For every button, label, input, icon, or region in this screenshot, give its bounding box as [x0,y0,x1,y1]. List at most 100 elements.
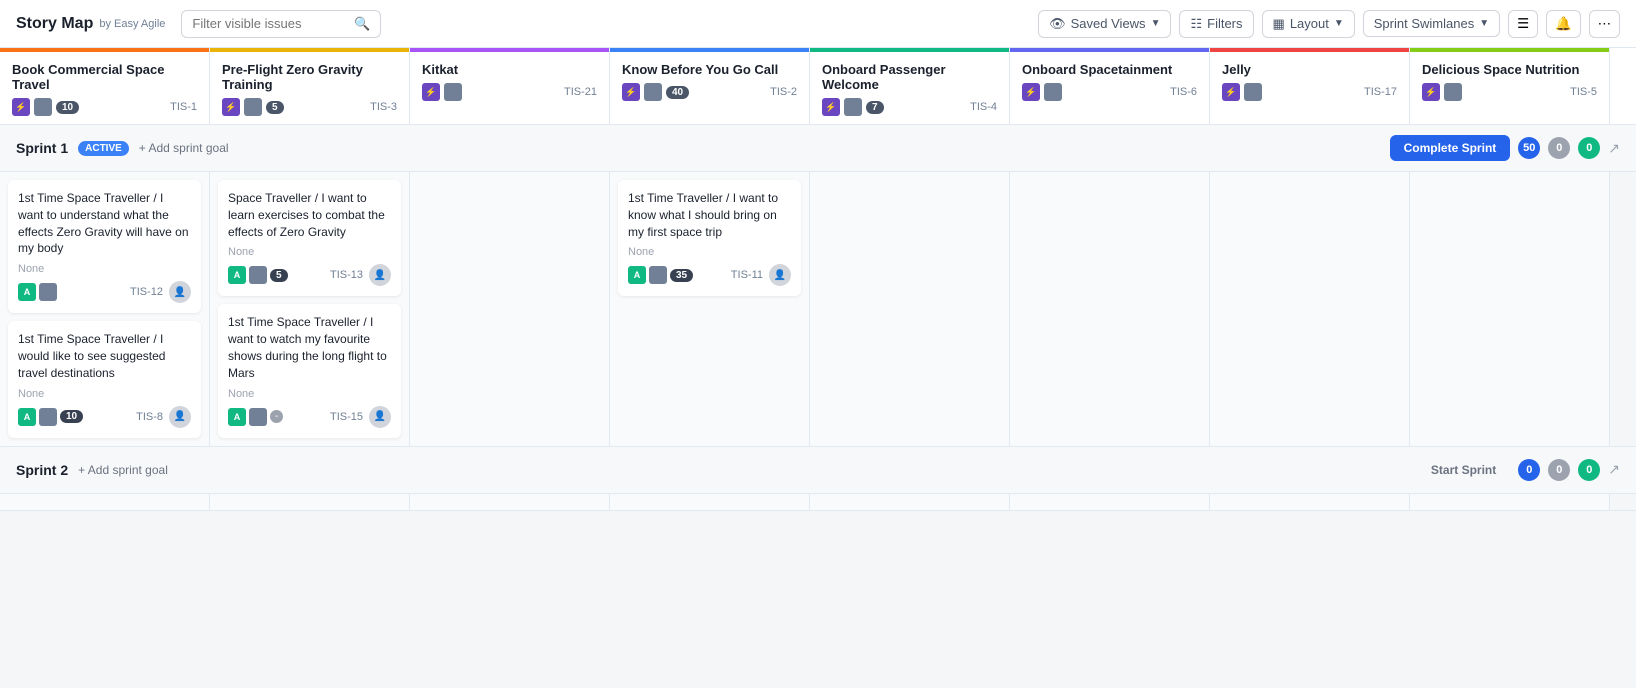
sprint-cards-row: 1st Time Space Traveller / I want to und… [0,172,1636,447]
epic-tis: TIS-17 [1364,86,1397,98]
card-meta: TIS-13 👤 [330,264,391,286]
card-tis: TIS-13 [330,269,363,281]
sprint-col-6 [1210,494,1410,510]
add-sprint-goal[interactable]: + Add sprint goal [78,463,168,477]
card-title: 1st Time Space Traveller / I would like … [18,331,191,381]
badge-count: 5 [270,269,288,282]
epic-meta: ⚡ TIS-21 [422,83,597,101]
square-icon [444,83,462,101]
card-none: None [228,388,391,400]
epic-title: Delicious Space Nutrition [1422,62,1597,77]
epic-meta: ⚡ 40 TIS-2 [622,83,797,101]
sprint-col-5 [1010,494,1210,510]
epic-color-bar [810,48,1009,52]
sprint-section-s1: Sprint 1 ACTIVE + Add sprint goal Comple… [0,125,1636,447]
saved-views-button[interactable]: 👁 Saved Views ▼ [1038,10,1171,38]
search-box: 🔍 [181,10,381,38]
epic-col-e3: Kitkat ⚡ TIS-21 [410,48,610,124]
epic-color-bar [210,48,409,52]
add-sprint-goal[interactable]: + Add sprint goal [139,141,229,155]
card-badges: A [18,283,57,301]
card[interactable]: 1st Time Space Traveller / I would like … [8,321,201,437]
sprint-header: Sprint 2 + Add sprint goal Start Sprint … [0,447,1636,494]
epic-badges: ⚡ [1222,83,1262,101]
epic-tis: TIS-3 [370,101,397,113]
badge-count: 35 [670,269,693,282]
square-icon [844,98,862,116]
sprint-title: Sprint 2 [16,462,68,478]
epic-badges: ⚡ 10 [12,98,79,116]
sprint-cards-row [0,494,1636,511]
expand-icon[interactable]: ↗ [1608,461,1620,478]
sprint-col-2 [410,494,610,510]
epic-title: Book Commercial Space Travel [12,62,197,92]
epic-tis: TIS-5 [1570,86,1597,98]
card-none: None [18,263,191,275]
badge-gray-icon [249,408,267,426]
sprint-swimlanes-button[interactable]: Sprint Swimlanes ▼ [1363,10,1500,37]
sprint-col-1: Space Traveller / I want to learn exerci… [210,172,410,446]
card-badges: A 5 [228,266,288,284]
badge-gray-icon [649,266,667,284]
expand-icon[interactable]: ↗ [1608,140,1620,157]
layout-button[interactable]: ▦ Layout ▼ [1262,10,1355,38]
card-title: 1st Time Space Traveller / I want to wat… [228,314,391,381]
list-view-button[interactable]: ☰ [1508,10,1538,38]
card-footer: A 35 TIS-11 👤 [628,264,791,286]
saved-views-label: Saved Views [1071,16,1146,31]
badge-green-icon: A [18,283,36,301]
card[interactable]: 1st Time Space Traveller / I want to und… [8,180,201,313]
complete-sprint-button[interactable]: Complete Sprint [1390,135,1511,161]
epic-col-e5: Onboard Passenger Welcome ⚡ 7 TIS-4 [810,48,1010,124]
more-options-button[interactable]: ⋯ [1589,10,1620,38]
start-sprint-button[interactable]: Start Sprint [1417,457,1510,483]
notification-button[interactable]: 🔔 [1546,10,1581,38]
lightning-icon: ⚡ [12,98,30,116]
epic-col-e6: Onboard Spacetainment ⚡ TIS-6 [1010,48,1210,124]
filters-button[interactable]: ☷ Filters [1179,10,1253,38]
epic-col-e1: Book Commercial Space Travel ⚡ 10 TIS-1 [0,48,210,124]
card-none: None [18,388,191,400]
search-icon: 🔍 [354,16,370,32]
story-map: Book Commercial Space Travel ⚡ 10 TIS-1 … [0,48,1636,688]
epic-tis: TIS-6 [1170,86,1197,98]
badge-green-icon: A [18,408,36,426]
card-meta: TIS-11 👤 [731,264,791,286]
badge-gray-icon [39,283,57,301]
card-badges: A 35 [628,266,693,284]
card[interactable]: 1st Time Traveller / I want to know what… [618,180,801,296]
epic-count: 5 [266,101,284,114]
epic-badges: ⚡ 40 [622,83,689,101]
sprint-col-1 [210,494,410,510]
card[interactable]: Space Traveller / I want to learn exerci… [218,180,401,296]
card-footer: A 5 TIS-13 👤 [228,264,391,286]
card[interactable]: 1st Time Space Traveller / I want to wat… [218,304,401,437]
badge-gray-icon [39,408,57,426]
layout-label: Layout [1290,16,1329,31]
sprint-col-7 [1410,494,1610,510]
avatar: 👤 [369,264,391,286]
square-icon [1244,83,1262,101]
layout-icon: ▦ [1273,16,1285,32]
epic-meta: ⚡ TIS-6 [1022,83,1197,101]
sprint-header-right: Complete Sprint 50 0 0 ↗ [1390,135,1620,161]
epic-meta: ⚡ 10 TIS-1 [12,98,197,116]
epic-col-e2: Pre-Flight Zero Gravity Training ⚡ 5 TIS… [210,48,410,124]
epic-badges: ⚡ 5 [222,98,284,116]
card-tis: TIS-8 [136,411,163,423]
card-meta: TIS-8 👤 [136,406,191,428]
nav-right: 👁 Saved Views ▼ ☷ Filters ▦ Layout ▼ Spr… [1038,10,1620,38]
search-input[interactable] [192,16,348,31]
square-icon [1444,83,1462,101]
epic-color-bar [410,48,609,52]
lightning-icon: ⚡ [1022,83,1040,101]
epic-badges: ⚡ [1022,83,1062,101]
epic-col-e4: Know Before You Go Call ⚡ 40 TIS-2 [610,48,810,124]
epic-title: Kitkat [422,62,597,77]
epic-col-e7: Jelly ⚡ TIS-17 [1210,48,1410,124]
card-meta: TIS-15 👤 [330,406,391,428]
lightning-icon: ⚡ [1422,83,1440,101]
sprint-header: Sprint 1 ACTIVE + Add sprint goal Comple… [0,125,1636,172]
sprint-col-2 [410,172,610,446]
card-title: 1st Time Space Traveller / I want to und… [18,190,191,257]
